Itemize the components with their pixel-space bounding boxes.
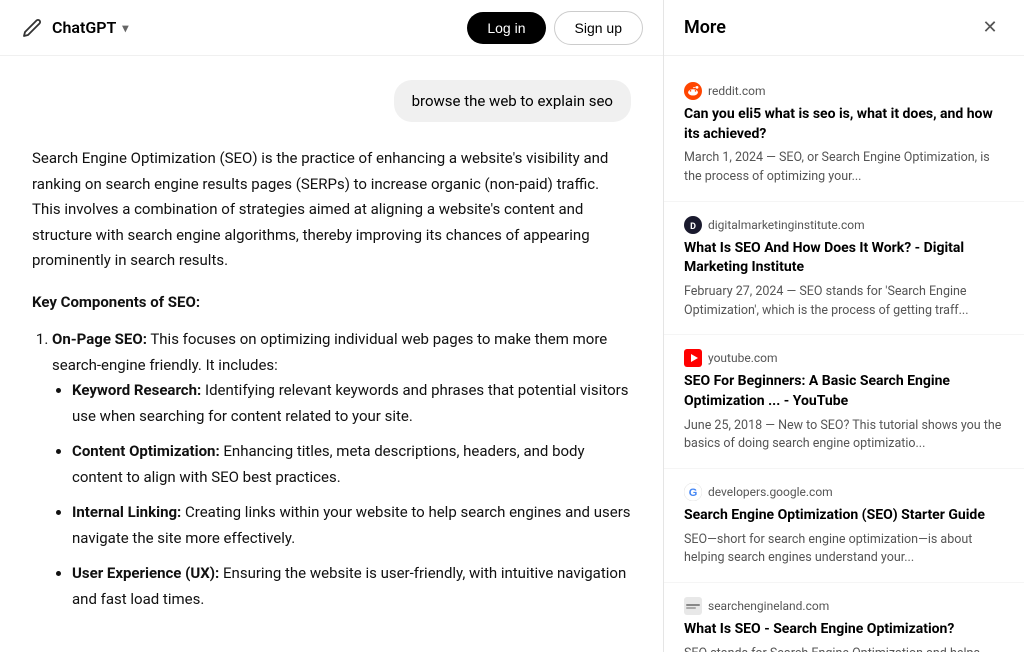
panel-header: More ✕ [664, 0, 1024, 56]
login-button[interactable]: Log in [467, 12, 545, 44]
source-domain-dmi: D digitalmarketinginstitute.com [684, 216, 1004, 234]
user-bubble: browse the web to explain seo [394, 80, 631, 122]
source-card-reddit[interactable]: reddit.com Can you eli5 what is seo is, … [664, 68, 1024, 202]
main-chat-area: ChatGPT ▾ Log in Sign up browse the web … [0, 0, 664, 652]
sel-snippet: SEO stands for Search Engine Optimizatio… [684, 645, 1004, 652]
source-card-dmi[interactable]: D digitalmarketinginstitute.com What Is … [664, 202, 1024, 336]
source-card-sel[interactable]: searchengineland.com What Is SEO - Searc… [664, 583, 1024, 652]
youtube-title: SEO For Beginners: A Basic Search Engine… [684, 372, 1004, 411]
sel-title: What Is SEO - Search Engine Optimization… [684, 620, 1004, 640]
source-domain-reddit: reddit.com [684, 82, 1004, 100]
brand-name: ChatGPT [52, 18, 116, 37]
sub-item-ux: User Experience (UX): Ensuring the websi… [72, 561, 631, 612]
source-card-youtube[interactable]: youtube.com SEO For Beginners: A Basic S… [664, 335, 1024, 469]
sub-item-content: Content Optimization: Enhancing titles, … [72, 439, 631, 490]
reddit-domain-text: reddit.com [708, 84, 766, 98]
sources-panel: More ✕ reddit.com Can you eli5 what is s… [664, 0, 1024, 652]
list-item-onpage: On-Page SEO: This focuses on optimizing … [52, 327, 631, 612]
header-left: ChatGPT ▾ [20, 16, 128, 40]
svg-text:D: D [690, 222, 696, 232]
svg-text:G: G [689, 487, 698, 499]
dmi-snippet: February 27, 2024 — SEO stands for 'Sear… [684, 283, 1004, 321]
google-domain-text: developers.google.com [708, 485, 833, 499]
panel-title: More [684, 17, 726, 38]
chat-header: ChatGPT ▾ Log in Sign up [0, 0, 663, 56]
keyword-label: Keyword Research: [72, 381, 201, 399]
sub-item-keyword: Keyword Research: Identifying relevant k… [72, 378, 631, 429]
section-title: Key Components of SEO: [32, 290, 631, 316]
google-title: Search Engine Optimization (SEO) Starter… [684, 506, 1004, 526]
reddit-snippet: March 1, 2024 — SEO, or Search Engine Op… [684, 149, 1004, 187]
response-list: On-Page SEO: This focuses on optimizing … [32, 327, 631, 612]
dmi-icon: D [684, 216, 702, 234]
assistant-response: Search Engine Optimization (SEO) is the … [32, 146, 631, 612]
panel-sources-list: reddit.com Can you eli5 what is seo is, … [664, 56, 1024, 652]
user-message: browse the web to explain seo [32, 80, 631, 122]
youtube-icon [684, 349, 702, 367]
sub-list: Keyword Research: Identifying relevant k… [52, 378, 631, 612]
google-snippet: SEO—short for search engine optimization… [684, 531, 1004, 569]
dmi-domain-text: digitalmarketinginstitute.com [708, 218, 865, 232]
onpage-label: On-Page SEO: [52, 330, 147, 348]
close-panel-button[interactable]: ✕ [976, 14, 1004, 42]
youtube-snippet: June 25, 2018 — New to SEO? This tutoria… [684, 417, 1004, 455]
ux-label: User Experience (UX): [72, 564, 219, 582]
signup-button[interactable]: Sign up [554, 11, 643, 45]
sub-item-linking: Internal Linking: Creating links within … [72, 500, 631, 551]
source-domain-sel: searchengineland.com [684, 597, 1004, 615]
close-icon: ✕ [982, 17, 997, 38]
chat-content: browse the web to explain seo Search Eng… [0, 56, 663, 652]
reddit-icon [684, 82, 702, 100]
response-intro: Search Engine Optimization (SEO) is the … [32, 146, 631, 274]
youtube-domain-text: youtube.com [708, 351, 778, 365]
google-icon: G [684, 483, 702, 501]
edit-icon[interactable] [20, 16, 44, 40]
sel-icon [684, 597, 702, 615]
brand-logo[interactable]: ChatGPT ▾ [52, 18, 128, 37]
source-card-google[interactable]: G developers.google.com Search Engine Op… [664, 469, 1024, 583]
source-domain-youtube: youtube.com [684, 349, 1004, 367]
dmi-title: What Is SEO And How Does It Work? - Digi… [684, 239, 1004, 278]
reddit-title: Can you eli5 what is seo is, what it doe… [684, 105, 1004, 144]
linking-label: Internal Linking: [72, 503, 181, 521]
source-domain-google: G developers.google.com [684, 483, 1004, 501]
chevron-down-icon: ▾ [122, 21, 128, 35]
content-label: Content Optimization: [72, 442, 220, 460]
sel-domain-text: searchengineland.com [708, 599, 829, 613]
header-right: Log in Sign up [467, 11, 643, 45]
